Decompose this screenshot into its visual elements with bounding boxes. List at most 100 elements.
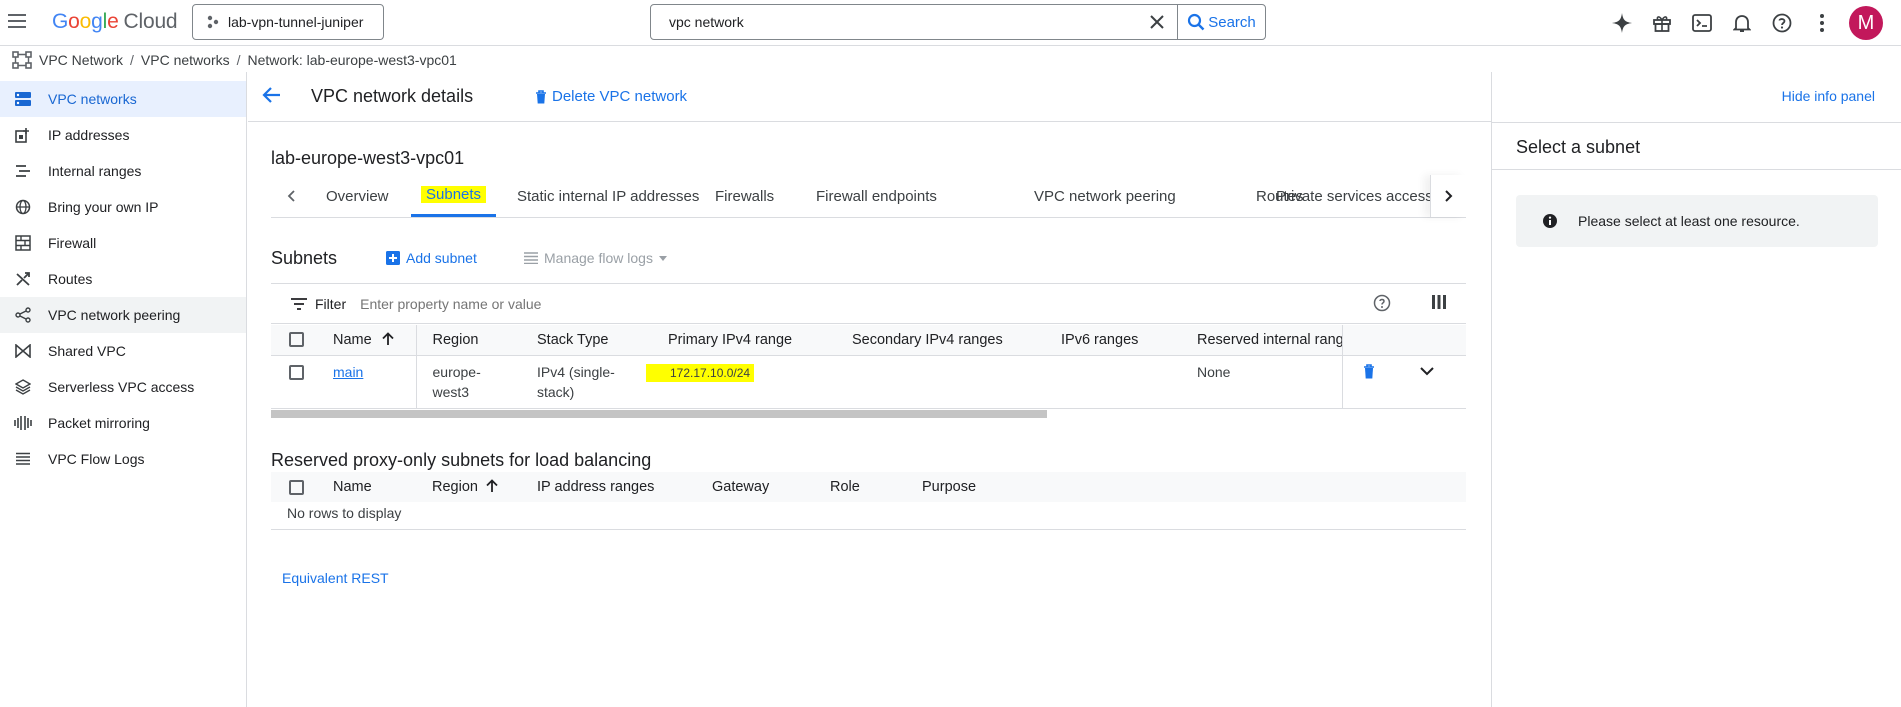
sidebar-item-vpc-flow-logs[interactable]: VPC Flow Logs [0, 441, 246, 477]
col-primary-ipv4[interactable]: Primary IPv4 range [652, 325, 836, 356]
page-header: VPC network details Delete VPC network [248, 72, 1491, 122]
tab-label: Firewall endpoints [816, 187, 937, 205]
sidebar: VPC networks IP addresses Internal range… [0, 72, 247, 707]
firewall-icon [14, 234, 32, 252]
list-icon [524, 252, 538, 264]
divider [1492, 122, 1901, 123]
sidebar-item-serverless-vpc-access[interactable]: Serverless VPC access [0, 369, 246, 405]
info-message: Please select at least one resource. [1516, 195, 1878, 247]
sidebar-item-ip-addresses[interactable]: IP addresses [0, 117, 246, 153]
logo-letter: o [79, 10, 92, 33]
col-reserved-internal[interactable]: Reserved internal ranges [1181, 325, 1343, 356]
col-actions [1342, 325, 1466, 356]
clear-search-icon[interactable] [1137, 5, 1177, 39]
chevron-right-icon[interactable] [1430, 175, 1466, 217]
column-display-icon[interactable] [1432, 295, 1446, 312]
help-icon[interactable] [1373, 294, 1391, 315]
select-all-checkbox[interactable] [289, 332, 304, 348]
sidebar-item-label: IP addresses [48, 127, 130, 143]
google-cloud-logo[interactable]: Google Cloud [52, 10, 178, 34]
sidebar-item-shared-vpc[interactable]: Shared VPC [0, 333, 246, 369]
tab-private-services-access[interactable]: Private services access [1276, 175, 1431, 217]
col-gateway[interactable]: Gateway [696, 472, 814, 502]
logo-letter: g [91, 10, 103, 33]
filter-icon [291, 297, 307, 310]
delete-icon[interactable] [1363, 363, 1375, 379]
peering-icon [14, 306, 32, 324]
tab-firewall-endpoints[interactable]: Firewall endpoints [816, 175, 937, 217]
more-options-icon[interactable] [1809, 8, 1835, 38]
filter-button[interactable]: Filter [291, 296, 346, 312]
col-secondary-ipv4[interactable]: Secondary IPv4 ranges [836, 325, 1045, 356]
col-purpose[interactable]: Purpose [906, 472, 1466, 502]
chevron-left-icon[interactable] [271, 175, 311, 217]
delete-vpc-button[interactable]: Delete VPC network [535, 88, 687, 105]
row-select-cell [271, 355, 319, 409]
sidebar-item-byoip[interactable]: Bring your own IP [0, 189, 246, 225]
select-all-checkbox[interactable] [289, 479, 304, 495]
sidebar-item-packet-mirroring[interactable]: Packet mirroring [0, 405, 246, 441]
breadcrumb-item[interactable]: Network: lab-europe-west3-vpc01 [248, 52, 457, 68]
search-button[interactable]: Search [1177, 5, 1265, 39]
delete-vpc-label: Delete VPC network [552, 88, 688, 105]
filter-bar: Filter [271, 283, 1466, 324]
tab-firewalls[interactable]: Firewalls [715, 175, 774, 217]
cell-ipv6 [1045, 355, 1181, 409]
sidebar-item-internal-ranges[interactable]: Internal ranges [0, 153, 246, 189]
select-all-cell [271, 472, 319, 502]
gemini-icon[interactable] [1609, 8, 1635, 38]
search-input[interactable] [651, 5, 1137, 39]
cloud-shell-icon[interactable] [1689, 8, 1715, 38]
stack-type-text: IPv4 (single- [537, 363, 615, 380]
reserved-value: None [1197, 363, 1231, 380]
add-subnet-button[interactable]: Add subnet [386, 250, 477, 266]
col-region[interactable]: Region [416, 325, 521, 356]
sidebar-item-vpc-networks[interactable]: VPC networks [0, 81, 246, 117]
col-name[interactable]: Name [319, 325, 417, 356]
col-stack-type[interactable]: Stack Type [521, 325, 652, 356]
flow-logs-icon [14, 450, 32, 468]
globe-icon [14, 198, 32, 216]
manage-flow-logs-button[interactable]: Manage flow logs [524, 250, 667, 266]
subnets-table: Name Region Stack Type Primary IPv4 rang… [271, 325, 1466, 409]
column-label: Name [333, 331, 372, 348]
gift-icon[interactable] [1649, 8, 1675, 38]
select-all-cell [271, 325, 319, 356]
col-ip-address-ranges[interactable]: IP address ranges [521, 472, 696, 502]
tab-vpc-network-peering[interactable]: VPC network peering [1034, 175, 1176, 217]
row-checkbox[interactable] [289, 365, 304, 381]
hide-info-panel-button[interactable]: Hide info panel [1782, 88, 1875, 104]
tab-subnets[interactable]: Subnets [411, 175, 497, 217]
subnet-name-link[interactable]: main [333, 364, 363, 380]
breadcrumb: VPC Network / VPC networks / Network: la… [0, 47, 1901, 72]
filter-input[interactable] [360, 295, 961, 312]
equivalent-rest-link[interactable]: Equivalent REST [282, 570, 389, 586]
notifications-icon[interactable] [1729, 8, 1755, 38]
chevron-down-icon[interactable] [1420, 366, 1435, 376]
breadcrumb-item[interactable]: VPC networks [141, 52, 230, 68]
tab-static-internal-ips[interactable]: Static internal IP addresses [517, 175, 699, 217]
sidebar-item-vpc-peering[interactable]: VPC network peering [0, 297, 246, 333]
horizontal-scrollbar[interactable] [271, 410, 1047, 418]
vpc-network-product-icon [12, 50, 32, 69]
serverless-icon [14, 378, 32, 396]
project-name: lab-vpn-tunnel-juniper [228, 14, 364, 30]
tab-overview[interactable]: Overview [326, 175, 389, 217]
sidebar-item-label: Bring your own IP [48, 199, 159, 215]
col-ipv6[interactable]: IPv6 ranges [1045, 325, 1181, 356]
col-name[interactable]: Name [319, 472, 416, 502]
col-role[interactable]: Role [814, 472, 906, 502]
sidebar-item-firewall[interactable]: Firewall [0, 225, 246, 261]
avatar[interactable]: M [1849, 6, 1883, 40]
sidebar-item-label: Internal ranges [48, 163, 142, 179]
breadcrumb-item[interactable]: VPC Network [39, 52, 123, 68]
back-arrow-icon[interactable] [262, 85, 282, 105]
sidebar-item-label: Routes [48, 271, 93, 287]
main-menu-icon[interactable] [8, 11, 28, 31]
help-icon[interactable] [1769, 8, 1795, 38]
sidebar-item-routes[interactable]: Routes [0, 261, 246, 297]
info-message-text: Please select at least one resource. [1578, 213, 1800, 229]
col-region[interactable]: Region [416, 472, 521, 502]
project-picker[interactable]: lab-vpn-tunnel-juniper [192, 4, 384, 40]
sort-ascending-icon [382, 331, 394, 345]
